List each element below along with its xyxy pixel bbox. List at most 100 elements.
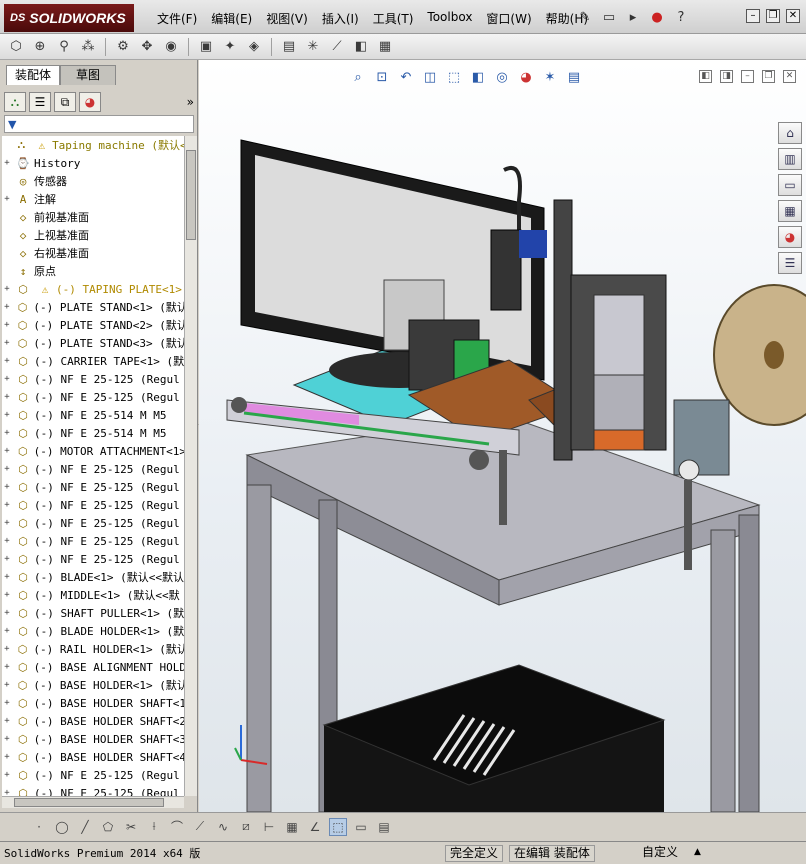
tree-vertical-scrollbar[interactable]: [184, 136, 197, 796]
edit-component-icon[interactable]: ⬡: [6, 37, 26, 57]
expand-icon[interactable]: +: [2, 158, 12, 168]
close-viewport-icon[interactable]: ✕: [783, 70, 796, 83]
grid-icon[interactable]: ▦: [283, 818, 301, 836]
line-icon[interactable]: ╱: [76, 818, 94, 836]
table-icon[interactable]: ▤: [375, 818, 393, 836]
tree-item[interactable]: + ⬡ (-) NF E 25-125 (Regul: [2, 460, 184, 478]
tree-item[interactable]: + ⬡ (-) NF E 25-125 (Regul: [2, 370, 184, 388]
expand-icon[interactable]: +: [2, 716, 12, 726]
appearances-icon[interactable]: ◕: [778, 226, 802, 248]
tree-item[interactable]: + ⬡ ⚠ (-) TAPING PLATE<1>: [2, 280, 184, 298]
smart-fasteners-icon[interactable]: ⚙: [113, 37, 133, 57]
point-icon[interactable]: ·: [30, 818, 48, 836]
tree-item[interactable]: ◇ 右视基准面: [2, 244, 184, 262]
3d-view-icon[interactable]: ⬚: [329, 817, 347, 836]
menu-window[interactable]: 窗口(W): [479, 9, 538, 28]
design-library-icon[interactable]: ▥: [778, 148, 802, 170]
expand-icon[interactable]: +: [2, 356, 12, 366]
new-motion-study-icon[interactable]: ◈: [244, 37, 264, 57]
expand-icon[interactable]: +: [2, 680, 12, 690]
mirror-icon[interactable]: ⟊: [145, 818, 163, 836]
scroll-thumb[interactable]: [14, 798, 164, 807]
new-doc-icon[interactable]: ▭: [600, 8, 618, 26]
interference-detection-icon[interactable]: ◧: [351, 37, 371, 57]
expand-icon[interactable]: +: [2, 572, 12, 582]
tree-item[interactable]: + ⬡ (-) NF E 25-125 (Regul: [2, 550, 184, 568]
expand-icon[interactable]: +: [2, 698, 12, 708]
tree-item[interactable]: + ⬡ (-) BASE HOLDER SHAFT<2: [2, 712, 184, 730]
restore-icon[interactable]: ❐: [766, 9, 780, 23]
tree-item[interactable]: + ⬡ (-) BASE HOLDER SHAFT<3: [2, 730, 184, 748]
display-manager-icon[interactable]: ◕: [79, 92, 101, 112]
hide-show-items-icon[interactable]: ◎: [493, 68, 511, 86]
instant3d-icon[interactable]: ▦: [375, 37, 395, 57]
trim-icon[interactable]: ✂: [122, 818, 140, 836]
tree-item[interactable]: + ⬡ (-) RAIL HOLDER<1> (默认: [2, 640, 184, 658]
menu-insert[interactable]: 插入(I): [315, 9, 366, 28]
edit-appearance-icon[interactable]: ◕: [517, 68, 535, 86]
tree-item[interactable]: + ⬡ (-) SHAFT PULLER<1> (默: [2, 604, 184, 622]
menu-view[interactable]: 视图(V): [259, 9, 315, 28]
tree-item[interactable]: + ⬡ (-) PLATE STAND<2> (默认: [2, 316, 184, 334]
expand-icon[interactable]: +: [2, 482, 12, 492]
expand-icon[interactable]: +: [2, 752, 12, 762]
tree-item[interactable]: + ⬡ (-) PLATE STAND<1> (默认: [2, 298, 184, 316]
tree-item[interactable]: + ⬡ (-) MIDDLE<1> (默认<<默: [2, 586, 184, 604]
mate-icon[interactable]: ⚲: [54, 37, 74, 57]
menu-edit[interactable]: 编辑(E): [204, 9, 259, 28]
more-tabs-icon[interactable]: »: [187, 95, 194, 109]
view-settings-icon[interactable]: ▤: [565, 68, 583, 86]
expand-icon[interactable]: +: [2, 770, 12, 780]
tree-item[interactable]: + ⬡ (-) BLADE HOLDER<1> (默: [2, 622, 184, 640]
tree-item[interactable]: + ⌚ History: [2, 154, 184, 172]
tree-item[interactable]: + ⬡ (-) NF E 25-514 M M5: [2, 424, 184, 442]
expand-icon[interactable]: +: [2, 428, 12, 438]
expand-icon[interactable]: +: [2, 734, 12, 744]
units-status[interactable]: 自定义: [638, 845, 682, 862]
view-orientation-icon[interactable]: ⬚: [445, 68, 463, 86]
polygon-icon[interactable]: ⬠: [99, 818, 117, 836]
file-explorer-icon[interactable]: ▭: [778, 174, 802, 196]
units-menu-icon[interactable]: ▲: [690, 845, 705, 862]
propertymanager-icon[interactable]: ☰: [29, 92, 51, 112]
tree-item[interactable]: + ⬡ (-) MOTOR ATTACHMENT<1>: [2, 442, 184, 460]
tab-sketch[interactable]: 草图: [60, 65, 117, 85]
tree-item[interactable]: + ⬡ (-) NF E 25-125 (Regul: [2, 532, 184, 550]
expand-icon[interactable]: +: [2, 554, 12, 564]
tree-item[interactable]: ↕ 原点: [2, 262, 184, 280]
expand-icon[interactable]: +: [2, 392, 12, 402]
expand-icon[interactable]: +: [2, 644, 12, 654]
graphics-area[interactable]: ⌕ ⊡ ↶ ◫ ⬚ ◧ ◎ ◕ ✶ ▤ ◧ ◨ – ❐ ✕ ⌂ ▥ ▭ ▦ ◕ …: [199, 60, 806, 812]
circle-icon[interactable]: ◯: [53, 818, 71, 836]
zoom-to-area-icon[interactable]: ⊡: [373, 68, 391, 86]
tree-item[interactable]: ⛬ ⚠ Taping machine (默认<默: [2, 136, 184, 154]
expand-icon[interactable]: +: [2, 464, 12, 474]
filter-icon[interactable]: ▼: [8, 118, 16, 131]
tree-horizontal-scrollbar[interactable]: [2, 796, 184, 808]
expand-icon[interactable]: +: [2, 374, 12, 384]
tree-item[interactable]: ◇ 上视基准面: [2, 226, 184, 244]
exploded-view-icon[interactable]: ✳: [303, 37, 323, 57]
scroll-thumb[interactable]: [186, 150, 196, 240]
tree-item[interactable]: + ⬡ (-) NF E 25-125 (Regul: [2, 496, 184, 514]
spline-icon[interactable]: ∿: [214, 818, 232, 836]
offset-icon[interactable]: ⧄: [237, 818, 255, 836]
configuration-icon[interactable]: ⧉: [54, 92, 76, 112]
expand-icon[interactable]: +: [2, 662, 12, 672]
display-style-icon[interactable]: ◧: [469, 68, 487, 86]
expand-viewport-icon[interactable]: ◨: [720, 70, 733, 83]
expand-icon[interactable]: +: [2, 518, 12, 528]
menu-toolbox[interactable]: Toolbox: [420, 9, 479, 28]
bill-of-materials-icon[interactable]: ▤: [279, 37, 299, 57]
tab-assembly[interactable]: 装配体: [6, 65, 61, 85]
expand-icon[interactable]: +: [2, 338, 12, 348]
assembly-features-icon[interactable]: ▣: [196, 37, 216, 57]
tree-item[interactable]: + ⬡ (-) BASE HOLDER SHAFT<4: [2, 748, 184, 766]
featuremanager-icon[interactable]: ⛬: [4, 92, 26, 112]
expand-icon[interactable]: +: [2, 410, 12, 420]
tree-item[interactable]: + ⬡ (-) NF E 25-514 M M5: [2, 406, 184, 424]
reference-geometry-icon[interactable]: ✦: [220, 37, 240, 57]
restore-viewport-icon[interactable]: ❐: [762, 70, 775, 83]
tree-item[interactable]: + ⬡ (-) BASE HOLDER SHAFT<1: [2, 694, 184, 712]
expand-icon[interactable]: +: [2, 626, 12, 636]
